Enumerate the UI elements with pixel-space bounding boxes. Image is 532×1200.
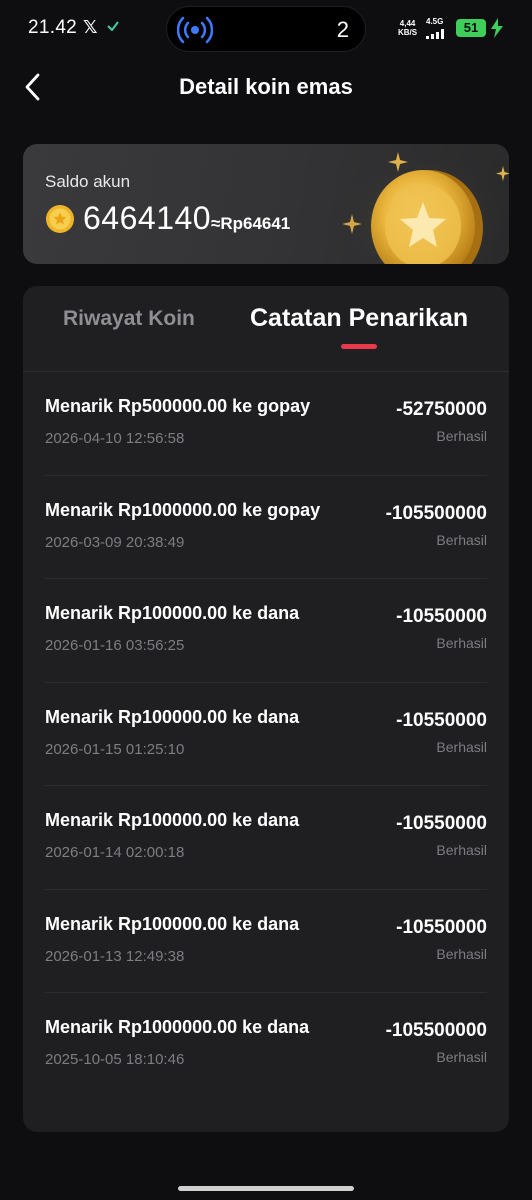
island-count: 2 [336,17,349,42]
transaction-date: 2026-03-09 20:38:49 [45,533,185,551]
charging-icon [491,18,503,38]
transaction-amount: -105500000 [385,1020,487,1041]
signal-label: 4.5G [426,17,444,26]
transaction-title: Menarik Rp100000.00 ke dana [45,603,300,623]
broadcast-icon [177,16,213,44]
transaction-title: Menarik Rp500000.00 ke gopay [45,396,311,416]
transaction-amount: -52750000 [396,399,487,420]
status-time: 21.42 [28,17,78,38]
transaction-amount: -10550000 [396,813,487,834]
transaction-date: 2026-04-10 12:56:58 [45,430,185,447]
transaction-date: 2026-01-16 03:56:25 [45,637,185,654]
screen: 21.42 𝕏 2 4,44 KB/S 4.5G 51 Detail koin … [0,0,532,1200]
transaction-list: Menarik Rp500000.00 ke gopay 2026-04-10 … [23,372,509,1097]
transaction-status: Berhasil [436,945,487,962]
status-bar: 21.42 𝕏 2 4,44 KB/S 4.5G 51 [0,0,532,56]
transaction-title: Menarik Rp100000.00 ke dana [45,706,300,727]
transaction-date: 2026-01-13 12:49:38 [45,947,185,965]
tab-bar: Riwayat Koin Catatan Penarikan [23,286,509,372]
transaction-row[interactable]: Menarik Rp500000.00 ke gopay 2026-04-10 … [45,372,487,476]
gold-coin-icon [46,205,74,233]
transaction-date: 2026-01-15 01:25:10 [45,740,185,758]
records-panel: Riwayat Koin Catatan Penarikan Menarik R… [23,286,509,1132]
transaction-status: Berhasil [436,738,487,755]
balance-label: Saldo akun [45,172,131,191]
decorative-gold-coin-icon [342,152,509,264]
transaction-amount: -105500000 [385,502,487,524]
balance-amount: 6464140 [83,200,212,236]
transaction-row[interactable]: Menarik Rp100000.00 ke dana 2026-01-15 0… [45,683,487,786]
balance-card: Saldo akun 6464140 ≈Rp64641 [23,144,509,264]
transaction-date: 2026-01-14 02:00:18 [45,844,185,861]
balance-rupiah: ≈Rp64641 [211,214,291,233]
transaction-amount: -10550000 [396,709,487,731]
home-indicator[interactable] [178,1186,354,1191]
transaction-row[interactable]: Menarik Rp1000000.00 ke gopay 2026-03-09… [45,476,487,579]
network-speed: 4,44 KB/S [398,19,417,37]
transaction-status: Berhasil [436,428,487,444]
dynamic-island[interactable]: 2 [166,6,366,52]
active-tab-indicator [341,344,377,349]
x-app-icon: 𝕏 [83,17,98,37]
transaction-title: Menarik Rp100000.00 ke dana [45,810,300,830]
tab-withdrawal-records[interactable]: Catatan Penarikan [250,304,468,333]
page-title: Detail koin emas [179,74,353,99]
transaction-amount: -10550000 [396,916,487,938]
signal-indicator: 4.5G [426,17,448,44]
net-speed-value: 4,44 [399,19,416,28]
tab-coin-history[interactable]: Riwayat Koin [63,307,195,331]
transaction-amount: -10550000 [396,606,487,627]
net-speed-unit: KB/S [398,28,418,37]
signal-bars-icon [426,29,444,39]
vpn-check-icon [107,21,119,31]
transaction-title: Menarik Rp1000000.00 ke dana [45,1017,310,1037]
transaction-status: Berhasil [436,1049,487,1065]
transaction-row[interactable]: Menarik Rp100000.00 ke dana 2026-01-13 1… [45,890,487,993]
transaction-status: Berhasil [436,842,487,858]
transaction-row[interactable]: Menarik Rp1000000.00 ke dana 2025-10-05 … [45,993,487,1097]
transaction-date: 2025-10-05 18:10:46 [45,1051,185,1068]
transaction-title: Menarik Rp100000.00 ke dana [45,913,300,934]
transaction-status: Berhasil [436,531,487,548]
transaction-row[interactable]: Menarik Rp100000.00 ke dana 2026-01-14 0… [45,786,487,890]
battery-level: 51 [456,19,486,37]
transaction-status: Berhasil [436,635,487,651]
transaction-row[interactable]: Menarik Rp100000.00 ke dana 2026-01-16 0… [45,579,487,683]
transaction-title: Menarik Rp1000000.00 ke gopay [45,499,321,520]
